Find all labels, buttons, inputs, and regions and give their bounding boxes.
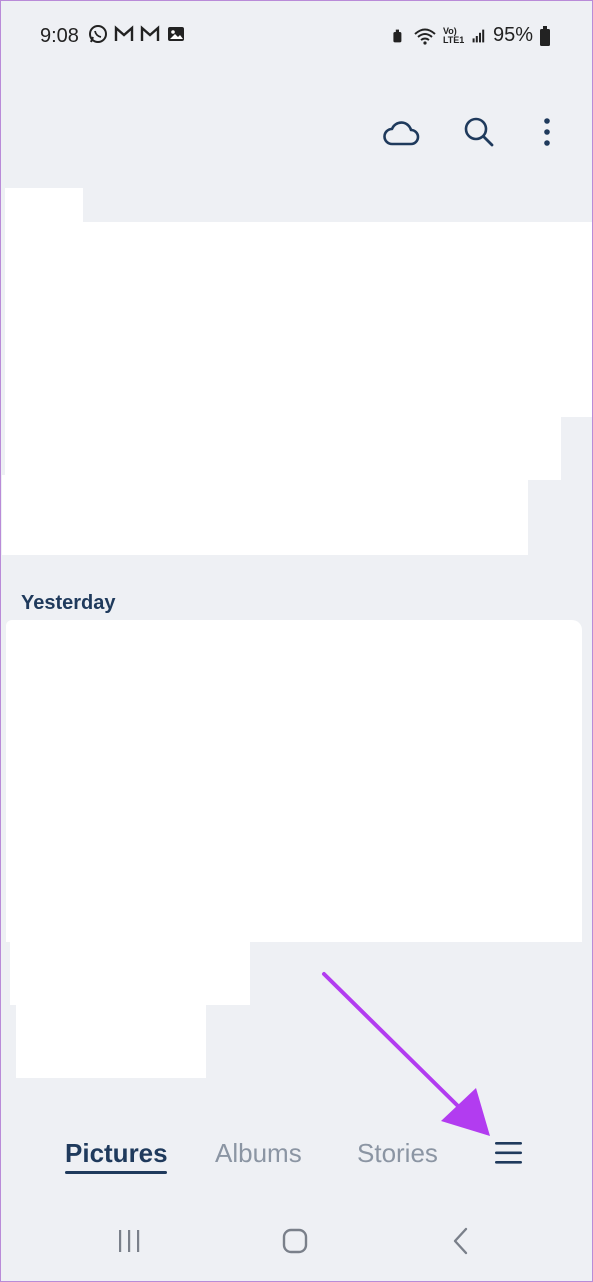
redacted-block [10,930,250,1005]
cloud-button[interactable] [381,110,421,154]
status-bar: 9:08 Vo) LTE1 95% [0,0,593,72]
recent-apps-icon [119,1230,140,1252]
redacted-block [5,222,593,417]
menu-button[interactable] [490,1136,530,1172]
back-icon [453,1227,468,1255]
search-icon [464,117,494,147]
section-date-label: Yesterday [21,592,116,614]
redacted-block [16,995,206,1078]
tab-stories[interactable]: Stories [357,1138,438,1169]
redacted-block [6,620,582,942]
whatsapp-icon [89,25,107,43]
battery-percent: 95% [492,24,533,46]
active-tab-indicator [65,1171,167,1174]
top-toolbar [381,110,557,154]
tab-pictures[interactable]: Pictures [65,1138,168,1169]
more-options-button[interactable] [537,110,557,154]
redacted-block [2,475,528,555]
hamburger-menu-icon [495,1142,522,1164]
wifi-icon [414,28,436,45]
redacted-block [5,410,561,480]
gallery-icon [168,27,184,41]
recent-apps-button[interactable] [114,1226,154,1258]
system-status: Vo) LTE1 95% [391,24,551,47]
home-button[interactable] [280,1226,320,1258]
notification-icons [88,24,186,44]
gmail-icon [114,25,134,41]
more-options-icon [544,118,550,146]
clean-icon [393,29,402,42]
back-button[interactable] [447,1226,487,1258]
system-navigation-bar [0,1212,593,1272]
search-button[interactable] [459,110,499,154]
network-label: Vo) LTE1 [442,25,465,45]
gmail-icon [140,25,160,41]
tab-albums[interactable]: Albums [215,1138,302,1169]
signal-icon [472,29,485,42]
home-icon [282,1228,308,1254]
cloud-icon [383,121,420,146]
status-time: 9:08 [40,25,79,47]
battery-icon [540,25,550,46]
